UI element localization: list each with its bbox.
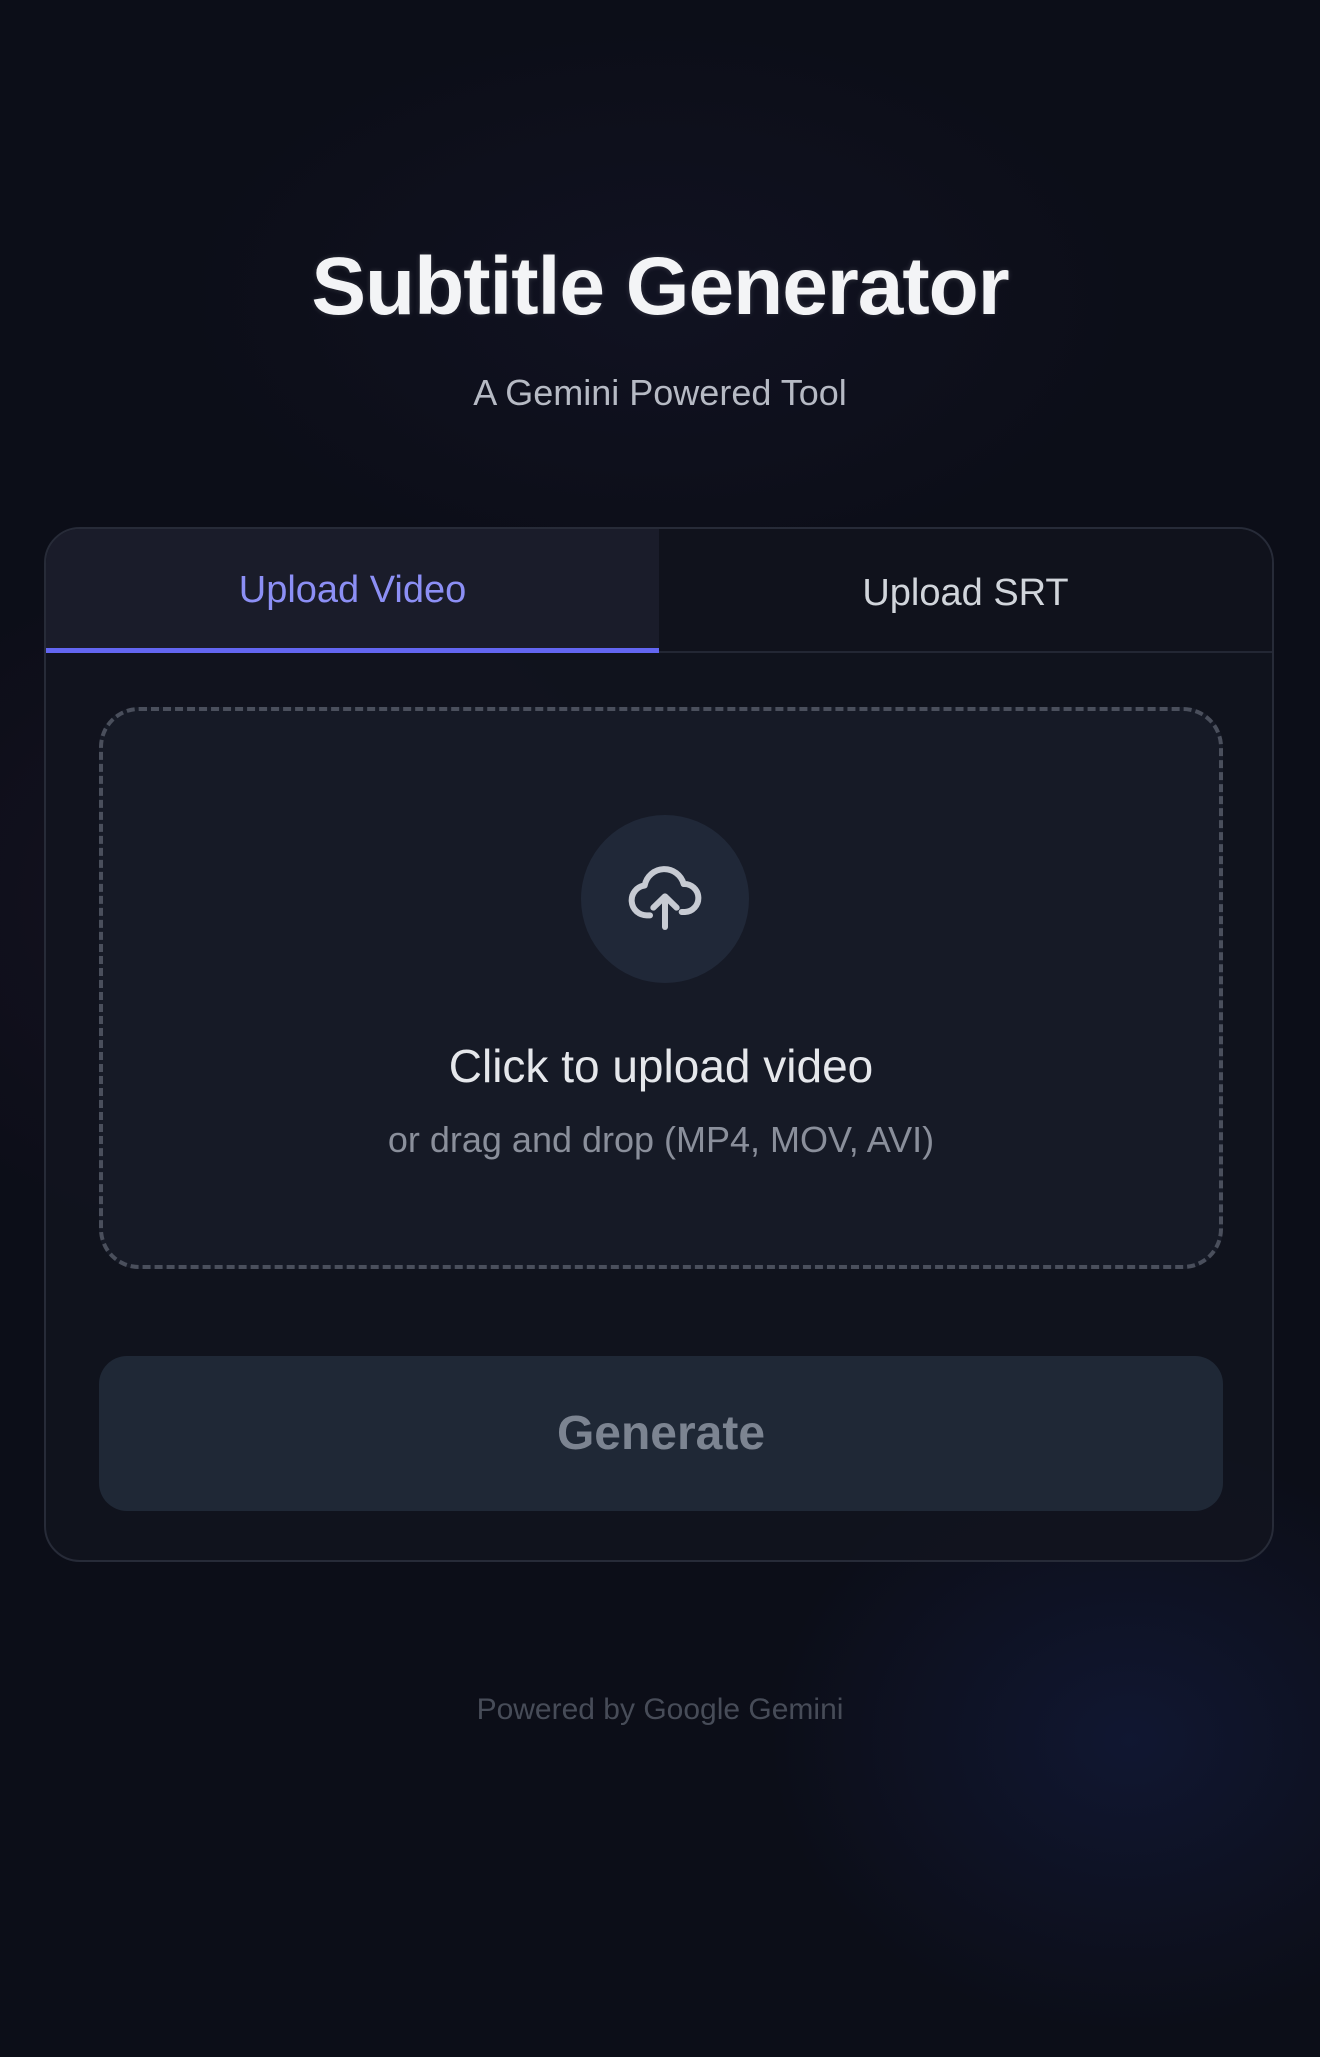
- tab-bar: Upload Video Upload SRT: [46, 529, 1272, 653]
- upload-card: Upload Video Upload SRT Click to upload …: [44, 527, 1274, 1562]
- upload-icon-circle: [581, 815, 749, 983]
- generate-button[interactable]: Generate: [99, 1356, 1223, 1511]
- dropzone-hint: or drag and drop (MP4, MOV, AVI): [387, 1119, 935, 1160]
- page-title: Subtitle Generator: [311, 241, 1009, 332]
- footer-credit: Powered by Google Gemini: [476, 1693, 844, 1726]
- video-dropzone[interactable]: Click to upload video or drag and drop (…: [99, 707, 1223, 1269]
- tab-upload-video[interactable]: Upload Video: [46, 529, 659, 653]
- cloud-upload-icon: [625, 857, 705, 942]
- tab-upload-srt[interactable]: Upload SRT: [659, 529, 1272, 651]
- dropzone-title: Click to upload video: [448, 1040, 874, 1092]
- page-subtitle: A Gemini Powered Tool: [473, 372, 847, 413]
